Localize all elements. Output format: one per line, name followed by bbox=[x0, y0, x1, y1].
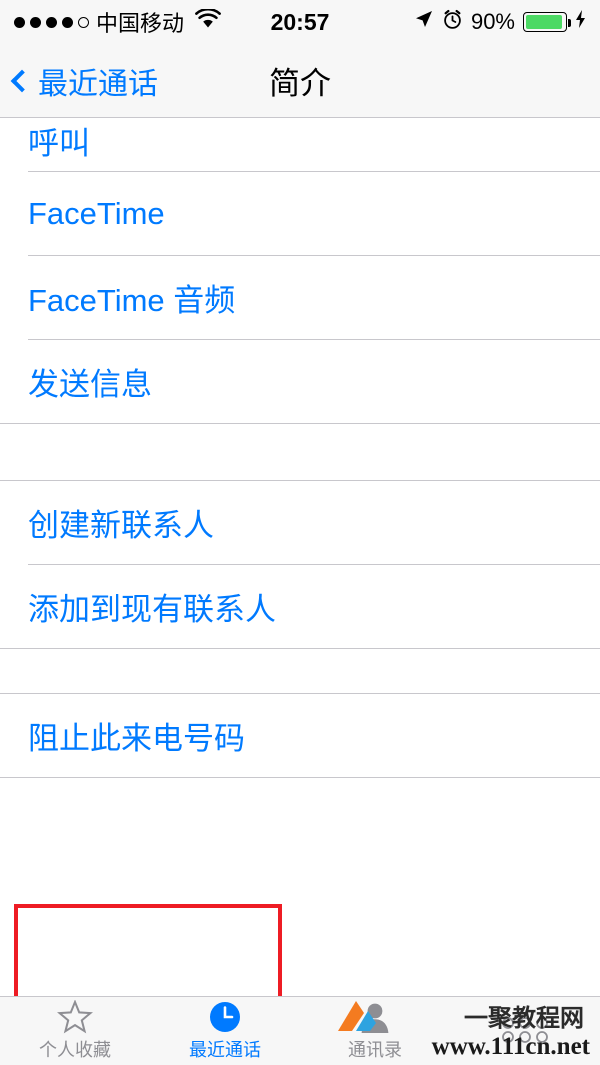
signal-dot bbox=[62, 17, 73, 28]
group-spacer bbox=[0, 424, 600, 480]
signal-dot bbox=[30, 17, 41, 28]
tab-label: 个人收藏 bbox=[39, 1036, 111, 1062]
list-item-label: 创建新联系人 bbox=[28, 500, 214, 545]
back-button-label: 最近通话 bbox=[38, 59, 158, 103]
action-group-call: 呼叫 FaceTime FaceTime 音频 发送信息 bbox=[0, 118, 600, 424]
list-item-block-caller[interactable]: 阻止此来电号码 bbox=[0, 694, 600, 777]
tab-label: 通讯录 bbox=[348, 1036, 402, 1062]
group-spacer bbox=[0, 649, 600, 693]
star-icon bbox=[57, 1000, 93, 1034]
list-item-facetime[interactable]: FaceTime bbox=[0, 172, 600, 255]
list-item-send-message[interactable]: 发送信息 bbox=[0, 340, 600, 423]
signal-dot bbox=[14, 17, 25, 28]
tab-label: 最近通话 bbox=[189, 1036, 261, 1062]
tab-favorites[interactable]: 个人收藏 bbox=[0, 997, 150, 1065]
tab-contacts[interactable]: 通讯录 bbox=[300, 997, 450, 1065]
alarm-clock-icon bbox=[442, 9, 463, 36]
clock-icon bbox=[208, 1000, 242, 1034]
list-item-label: 添加到现有联系人 bbox=[28, 584, 276, 629]
list-item-label: 阻止此来电号码 bbox=[28, 713, 245, 758]
signal-dot bbox=[46, 17, 57, 28]
status-bar: 中国移动 20:57 bbox=[0, 0, 600, 44]
annotation-highlight-box bbox=[14, 904, 282, 996]
carrier-label: 中国移动 bbox=[96, 6, 184, 38]
list-item-add-to-existing-contact[interactable]: 添加到现有联系人 bbox=[0, 565, 600, 648]
person-icon bbox=[358, 1000, 392, 1034]
wifi-icon bbox=[195, 9, 221, 35]
phone-screen: 中国移动 20:57 bbox=[0, 0, 600, 1065]
list-item-label: 发送信息 bbox=[28, 359, 152, 404]
signal-dot-empty bbox=[78, 17, 89, 28]
tab-recents[interactable]: 最近通话 bbox=[150, 997, 300, 1065]
lightning-bolt-icon bbox=[575, 9, 586, 35]
list-item-facetime-audio[interactable]: FaceTime 音频 bbox=[0, 256, 600, 339]
status-bar-left: 中国移动 bbox=[14, 6, 221, 38]
list-item-label: FaceTime 音频 bbox=[28, 275, 235, 320]
navigation-bar: 最近通话 简介 bbox=[0, 44, 600, 118]
battery-icon bbox=[523, 12, 567, 32]
action-list: 呼叫 FaceTime FaceTime 音频 发送信息 创建新联系人 bbox=[0, 118, 600, 996]
keypad-icon bbox=[496, 1013, 554, 1047]
signal-strength-dots bbox=[14, 17, 89, 28]
back-button[interactable]: 最近通话 bbox=[14, 59, 158, 103]
status-bar-right: 90% bbox=[414, 9, 586, 36]
list-item-call[interactable]: 呼叫 bbox=[0, 118, 600, 171]
tab-keypad[interactable] bbox=[450, 997, 600, 1065]
chevron-left-icon bbox=[11, 69, 34, 92]
location-arrow-icon bbox=[414, 9, 434, 35]
action-group-contact: 创建新联系人 添加到现有联系人 bbox=[0, 480, 600, 649]
list-item-create-new-contact[interactable]: 创建新联系人 bbox=[0, 481, 600, 564]
list-item-label: FaceTime bbox=[28, 196, 165, 232]
tab-bar: 个人收藏 最近通话 通讯录 bbox=[0, 996, 600, 1065]
battery-fill bbox=[526, 15, 562, 29]
list-item-label: 呼叫 bbox=[28, 118, 90, 163]
separator bbox=[0, 777, 600, 778]
battery-percent-label: 90% bbox=[471, 9, 515, 35]
action-group-block: 阻止此来电号码 bbox=[0, 693, 600, 778]
